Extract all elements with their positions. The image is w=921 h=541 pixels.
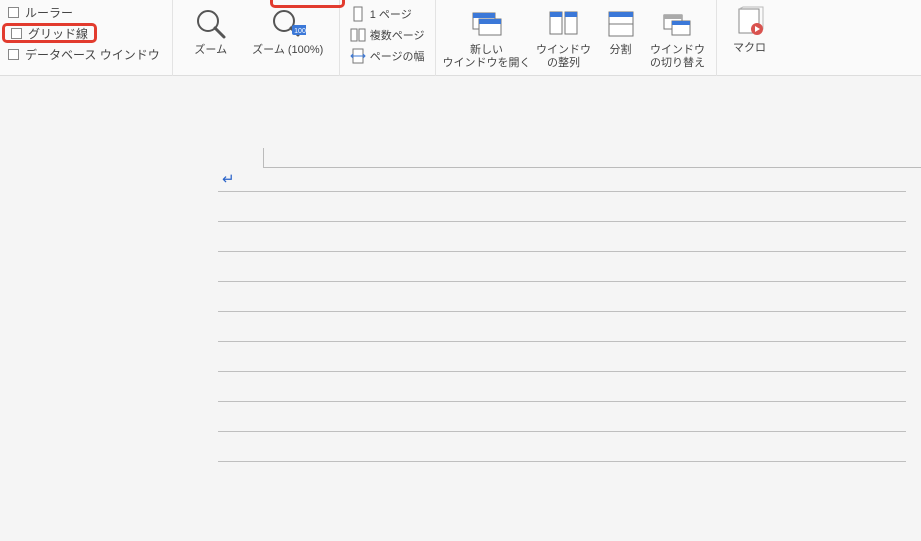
paragraph-mark-icon: ↵ — [222, 170, 235, 188]
checkbox-box-icon — [8, 7, 19, 18]
gridline — [218, 402, 906, 432]
new-window-label: 新しい ウインドウを開く — [443, 44, 531, 70]
gridline — [218, 432, 906, 462]
zoom-label: ズーム — [194, 44, 227, 57]
gridline — [218, 312, 906, 342]
switch-windows-icon — [660, 6, 696, 42]
zoom-button[interactable]: ズーム — [179, 4, 243, 74]
multi-page-label: 複数ページ — [370, 27, 425, 43]
page: ↵ — [70, 162, 900, 462]
one-page-label: 1 ページ — [370, 6, 412, 22]
split-button[interactable]: 分割 — [596, 4, 646, 74]
one-page-button[interactable]: 1 ページ — [346, 3, 416, 24]
zoom-100-button[interactable]: 100 ズーム (100%) — [243, 4, 333, 74]
gridline — [218, 282, 906, 312]
page-width-button[interactable]: ページの幅 — [346, 45, 429, 66]
page-view-group: 1 ページ 複数ページ ページの幅 — [340, 0, 436, 76]
gridline — [218, 192, 906, 222]
macro-label: マクロ — [733, 42, 766, 55]
ruler-label: ルーラー — [25, 4, 73, 21]
multi-page-icon — [350, 27, 366, 43]
magnifier-icon — [193, 6, 229, 42]
one-page-icon — [350, 6, 366, 22]
gridlines-label: グリッド線 — [28, 25, 88, 42]
switch-windows-button[interactable]: ウインドウ の切り替え — [646, 4, 710, 74]
checkbox-box-icon — [8, 49, 19, 60]
gridline — [218, 342, 906, 372]
gridline — [218, 222, 906, 252]
split-icon — [603, 6, 639, 42]
database-window-label: データベース ウインドウ — [25, 46, 160, 63]
macro-button[interactable]: マクロ — [723, 2, 777, 72]
page-width-label: ページの幅 — [370, 48, 425, 64]
show-group: ルーラー グリッド線 データベース ウインドウ — [0, 0, 173, 76]
multi-page-button[interactable]: 複数ページ — [346, 24, 429, 45]
database-window-checkbox[interactable]: データベース ウインドウ — [2, 44, 166, 64]
macro-icon — [732, 4, 768, 40]
ruler-checkbox[interactable]: ルーラー — [2, 2, 79, 22]
arrange-icon — [546, 6, 582, 42]
svg-text:100: 100 — [294, 28, 306, 35]
zoom-100-label: ズーム (100%) — [252, 44, 323, 57]
checkbox-box-icon — [11, 28, 22, 39]
split-label: 分割 — [610, 44, 632, 57]
new-window-icon — [469, 6, 505, 42]
arrange-label: ウインドウ の整列 — [536, 44, 591, 70]
page-width-icon — [350, 48, 366, 64]
ribbon: ルーラー グリッド線 データベース ウインドウ ズーム 100 ズーム (100… — [0, 0, 921, 76]
arrange-windows-button[interactable]: ウインドウ の整列 — [532, 4, 596, 74]
tab-highlight — [270, 0, 345, 8]
new-window-button[interactable]: 新しい ウインドウを開く — [442, 4, 532, 74]
switch-label: ウインドウ の切り替え — [650, 44, 705, 70]
zoom-group: ズーム 100 ズーム (100%) — [173, 0, 340, 76]
gridlines-checkbox[interactable]: グリッド線 — [2, 23, 97, 43]
gridline — [218, 252, 906, 282]
macro-group: マクロ — [717, 0, 783, 76]
ruler-margin-indicator — [263, 148, 921, 168]
window-group: 新しい ウインドウを開く ウインドウ の整列 分割 ウインドウ の切り替え — [436, 0, 717, 76]
magnifier-100-icon: 100 — [270, 6, 306, 42]
gridline — [218, 372, 906, 402]
document-area[interactable]: ↵ — [0, 76, 921, 541]
